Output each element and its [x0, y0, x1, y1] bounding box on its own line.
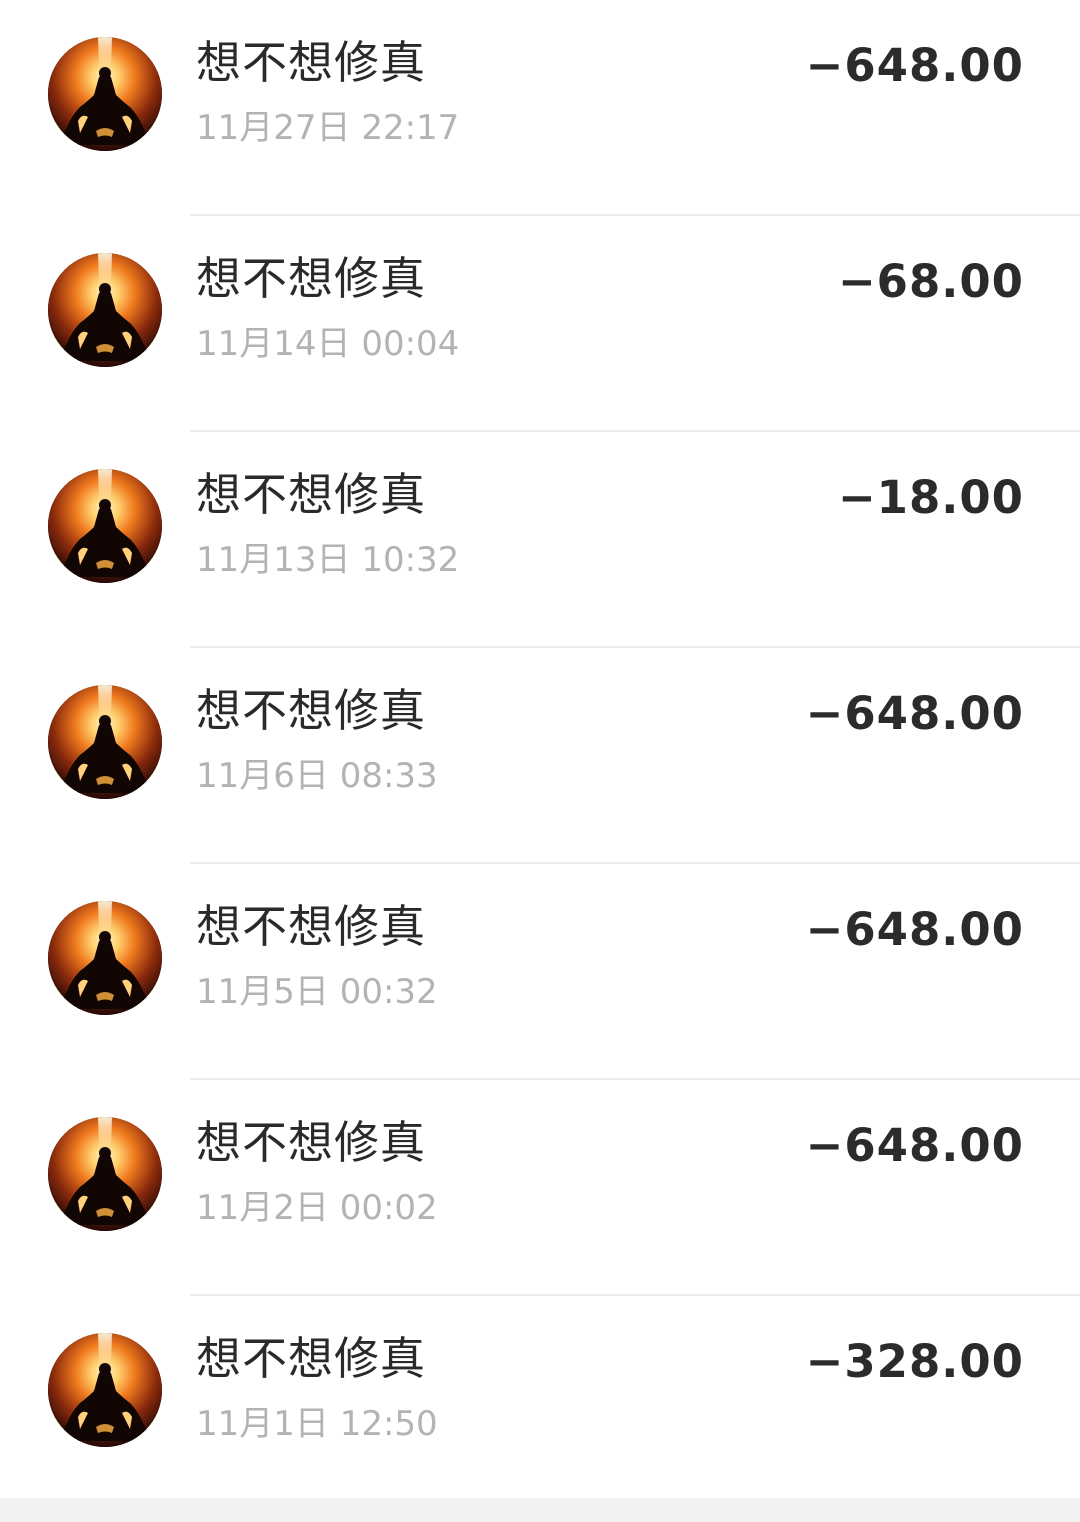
app-avatar-icon — [48, 1117, 162, 1231]
transaction-time: 11月1日 12:50 — [196, 1404, 438, 1444]
merchant-name: 想不想修真 — [196, 36, 427, 89]
app-avatar-icon — [48, 685, 162, 799]
merchant-name: 想不想修真 — [196, 1332, 427, 1385]
app-avatar-icon — [48, 469, 162, 583]
transaction-amount: −648.00 — [805, 39, 1024, 92]
transaction-list: 想不想修真 11月27日 22:17 −648.00 想不想修真 11月14日 … — [0, 0, 1080, 1512]
transaction-time: 11月13日 10:32 — [196, 540, 460, 580]
merchant-name: 想不想修真 — [196, 252, 427, 305]
merchant-name: 想不想修真 — [196, 468, 427, 521]
transaction-amount: −648.00 — [805, 1119, 1024, 1172]
transaction-time: 11月6日 08:33 — [196, 756, 438, 796]
transaction-time: 11月14日 00:04 — [196, 324, 460, 364]
app-avatar-icon — [48, 1333, 162, 1447]
transaction-time: 11月5日 00:32 — [196, 972, 438, 1012]
transaction-row[interactable]: 想不想修真 11月27日 22:17 −648.00 — [0, 0, 1080, 216]
app-avatar-icon — [48, 253, 162, 367]
transaction-row[interactable]: 想不想修真 11月13日 10:32 −18.00 — [0, 432, 1080, 648]
transaction-amount: −648.00 — [805, 903, 1024, 956]
merchant-name: 想不想修真 — [196, 900, 427, 953]
transaction-row[interactable]: 想不想修真 11月14日 00:04 −68.00 — [0, 216, 1080, 432]
transaction-row[interactable]: 想不想修真 11月5日 00:32 −648.00 — [0, 864, 1080, 1080]
transaction-amount: −68.00 — [837, 255, 1024, 308]
transaction-time: 11月27日 22:17 — [196, 108, 460, 148]
app-avatar-icon — [48, 37, 162, 151]
transaction-row[interactable]: 想不想修真 11月2日 00:02 −648.00 — [0, 1080, 1080, 1296]
merchant-name: 想不想修真 — [196, 1116, 427, 1169]
transaction-amount: −648.00 — [805, 687, 1024, 740]
app-avatar-icon — [48, 901, 162, 1015]
transaction-row[interactable]: 想不想修真 11月6日 08:33 −648.00 — [0, 648, 1080, 864]
merchant-name: 想不想修真 — [196, 684, 427, 737]
transaction-time: 11月2日 00:02 — [196, 1188, 438, 1228]
transaction-amount: −328.00 — [805, 1335, 1024, 1388]
transaction-row[interactable]: 想不想修真 11月1日 12:50 −328.00 — [0, 1296, 1080, 1512]
bottom-bar — [0, 1498, 1080, 1522]
transaction-amount: −18.00 — [837, 471, 1024, 524]
